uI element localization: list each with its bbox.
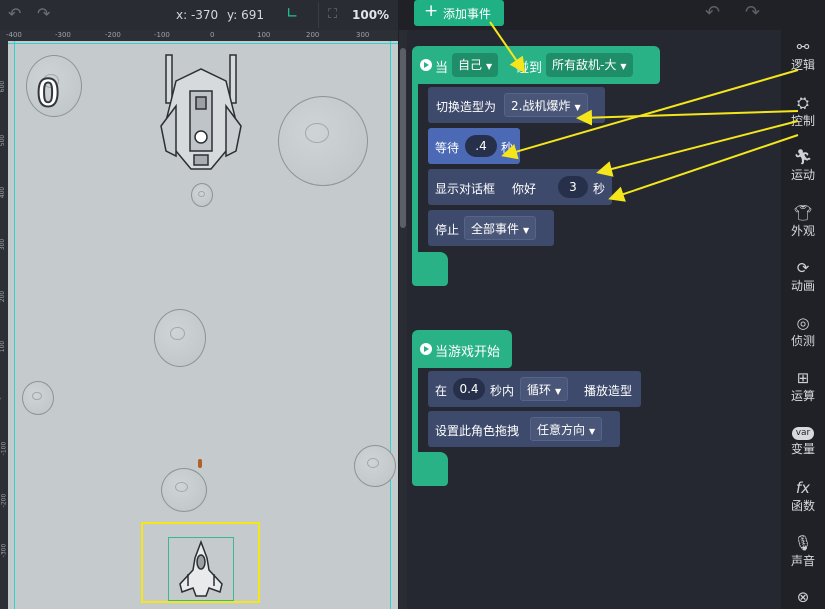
annotation-arrow — [576, 109, 799, 126]
annotation-overlay — [489, 21, 799, 202]
annotation-arrow — [596, 120, 799, 177]
annotation-arrow — [489, 21, 526, 74]
